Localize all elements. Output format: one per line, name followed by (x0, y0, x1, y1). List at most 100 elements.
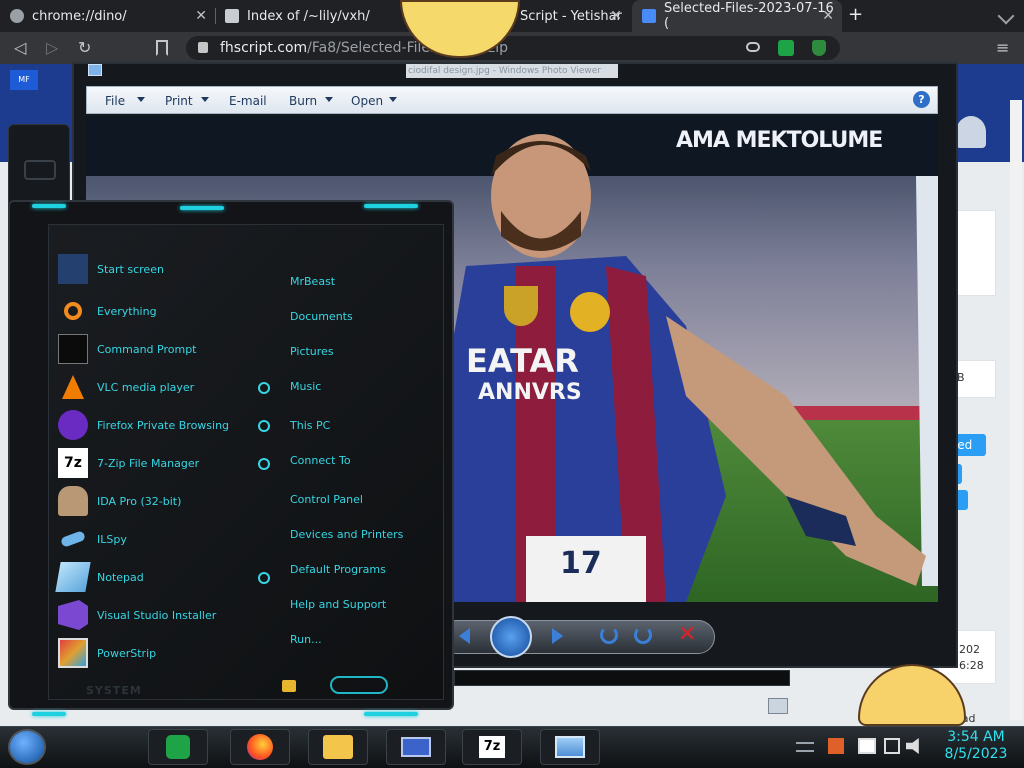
program-firefox-private[interactable]: Firefox Private Browsing (58, 408, 229, 442)
program-label: 7-Zip File Manager (97, 456, 200, 470)
submenu-arrow-icon[interactable] (258, 572, 270, 584)
place-run[interactable]: Run... (290, 633, 322, 646)
action-center-icon[interactable] (858, 738, 876, 754)
close-icon[interactable]: ✕ (822, 8, 834, 24)
accent-bar (32, 204, 66, 208)
all-programs-button[interactable] (330, 676, 388, 694)
taskbar-app-window[interactable] (386, 729, 446, 765)
program-vlc[interactable]: VLC media player (58, 370, 194, 404)
place-default-programs[interactable]: Default Programs (290, 563, 386, 576)
crest-icon (570, 292, 610, 332)
power-icon[interactable] (282, 680, 296, 692)
chevron-down-icon[interactable] (137, 97, 145, 102)
program-ilspy[interactable]: ILSpy (58, 522, 127, 556)
program-label: Command Prompt (97, 342, 197, 356)
program-command-prompt[interactable]: Command Prompt (58, 332, 197, 366)
chevron-down-icon[interactable] (325, 97, 333, 102)
powerstrip-icon (58, 638, 88, 668)
visual-studio-icon (58, 600, 88, 630)
start-button[interactable] (8, 729, 46, 765)
menu-burn[interactable]: Burn (289, 94, 317, 108)
menu-open[interactable]: Open (351, 94, 383, 108)
close-icon[interactable]: ✕ (610, 8, 622, 24)
accent-bar (364, 712, 418, 716)
program-7zip[interactable]: 7z 7-Zip File Manager (58, 446, 199, 480)
tab-index-lily[interactable]: Index of /~lily/vxh/ (215, 0, 405, 32)
bookmark-icon[interactable] (156, 40, 168, 56)
page-scrollbar[interactable] (1010, 100, 1022, 720)
delete-icon[interactable]: ✕ (678, 622, 696, 647)
tab-title: Selected-Files-2023-07-16 ( (664, 1, 834, 31)
taskbar-app-photo-viewer[interactable] (540, 729, 600, 765)
tab-search-icon[interactable] (997, 7, 1015, 25)
place-pictures[interactable]: Pictures (290, 345, 334, 358)
program-start-screen[interactable]: Start screen (58, 252, 164, 286)
window-icon (401, 737, 431, 757)
taskbar-app-extension[interactable] (148, 729, 208, 765)
program-notepad[interactable]: Notepad (55, 560, 144, 594)
tray-app-icon[interactable] (828, 738, 844, 754)
vlc-cone-icon (58, 372, 88, 402)
magnifier-icon (58, 296, 88, 326)
program-label: Notepad (97, 570, 144, 584)
forward-icon[interactable]: ▷ (46, 38, 58, 58)
folder-icon (323, 735, 353, 759)
command-prompt-icon (58, 334, 88, 364)
program-label: Everything (97, 304, 157, 318)
place-connect-to[interactable]: Connect To (290, 454, 351, 467)
place-this-pc[interactable]: This PC (290, 419, 330, 432)
new-tab-button[interactable]: + (848, 4, 863, 25)
shield-icon[interactable] (812, 40, 826, 56)
place-devices-printers[interactable]: Devices and Printers (290, 528, 403, 541)
program-everything[interactable]: Everything (58, 294, 157, 328)
place-music[interactable]: Music (290, 380, 321, 393)
place-mrbeast[interactable]: MrBeast (290, 275, 335, 288)
submenu-arrow-icon[interactable] (258, 382, 270, 394)
network-icon[interactable] (884, 738, 900, 754)
menu-print[interactable]: Print (165, 94, 193, 108)
place-documents[interactable]: Documents (290, 310, 353, 323)
place-help-support[interactable]: Help and Support (290, 598, 386, 611)
key-icon[interactable] (746, 42, 760, 52)
menu-email[interactable]: E-mail (229, 94, 267, 108)
reload-icon[interactable]: ↻ (78, 38, 91, 58)
accent-bar (180, 206, 224, 210)
taskbar-app-explorer[interactable] (308, 729, 368, 765)
photo-thumb-icon[interactable] (768, 698, 788, 714)
taskbar-app-7zip[interactable]: 7z (462, 729, 522, 765)
program-ida-pro[interactable]: IDA Pro (32-bit) (58, 484, 181, 518)
taskbar-app-firefox[interactable] (230, 729, 290, 765)
photo-viewer-icon (88, 64, 102, 76)
program-label: VLC media player (97, 380, 195, 394)
accent-bar (364, 204, 418, 208)
program-visual-studio-installer[interactable]: Visual Studio Installer (58, 598, 216, 632)
user-icon[interactable] (956, 116, 986, 148)
taskbar-clock[interactable]: 3:54 AM 8/5/2023 (936, 729, 1016, 763)
chevron-down-icon[interactable] (389, 97, 397, 102)
firefox-icon (247, 734, 273, 760)
extension-icon[interactable] (778, 40, 794, 56)
rotate-left-icon[interactable] (600, 626, 618, 644)
globe-icon (10, 9, 24, 23)
lock-icon[interactable] (198, 42, 208, 53)
close-icon[interactable]: ✕ (195, 8, 207, 24)
tray-expand-icon[interactable] (796, 742, 814, 752)
program-powerstrip[interactable]: PowerStrip (58, 636, 156, 670)
photo-viewer-icon (555, 736, 585, 758)
submenu-arrow-icon[interactable] (258, 458, 270, 470)
viewer-menubar: File Print E-mail Burn Open ? (86, 86, 938, 114)
submenu-arrow-icon[interactable] (258, 420, 270, 432)
tab-script[interactable]: Script - Yetishar ✕ (510, 0, 630, 32)
place-control-panel[interactable]: Control Panel (290, 493, 363, 506)
chevron-down-icon[interactable] (201, 97, 209, 102)
tab-title: chrome://dino/ (32, 8, 127, 24)
help-icon[interactable]: ? (913, 91, 930, 108)
tab-dino[interactable]: chrome://dino/ ✕ (0, 0, 215, 32)
tab-selected-files[interactable]: Selected-Files-2023-07-16 ( ✕ (632, 0, 842, 32)
menu-icon[interactable]: ≡ (996, 38, 1009, 58)
slideshow-button[interactable] (490, 616, 532, 658)
back-icon[interactable]: ◁ (14, 38, 26, 58)
rotate-right-icon[interactable] (634, 626, 652, 644)
menu-file[interactable]: File (105, 94, 125, 108)
clock-date: 8/5/2023 (944, 746, 1008, 762)
